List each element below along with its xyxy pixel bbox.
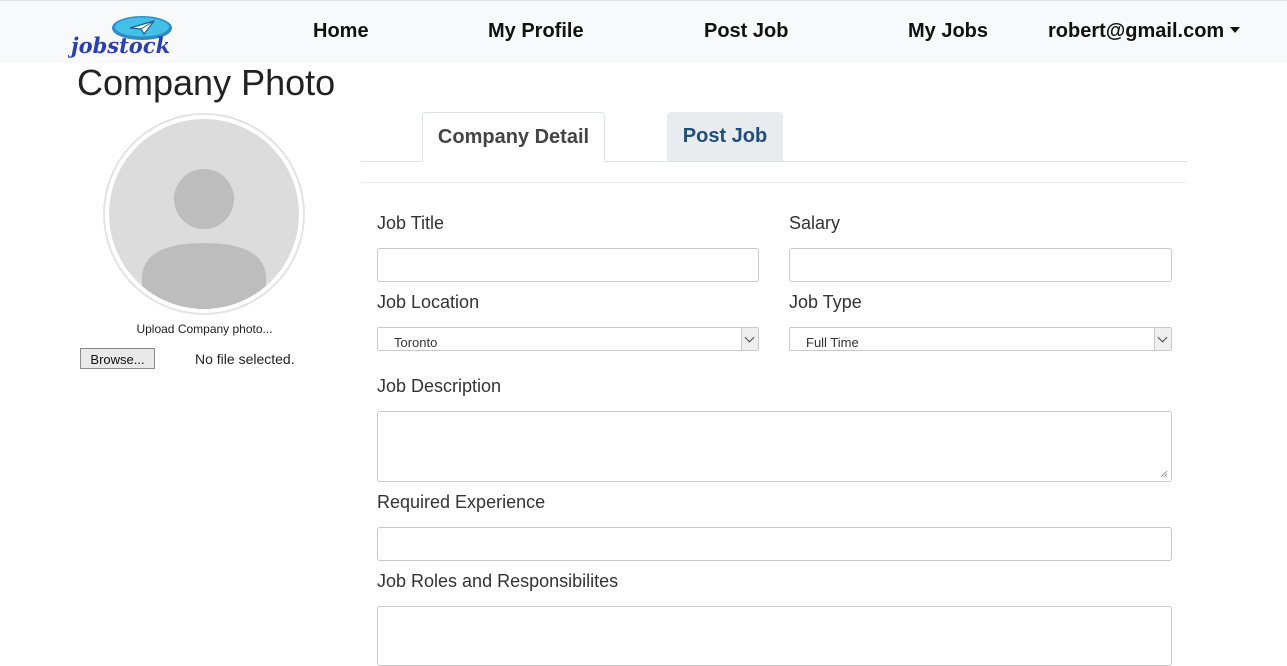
user-menu-dropdown[interactable]: robert@gmail.com (1048, 20, 1241, 43)
nav-post-job[interactable]: Post Job (704, 20, 788, 43)
form-top-divider (361, 182, 1187, 183)
job-location-value: Toronto (394, 335, 438, 350)
job-description-label: Job Description (377, 376, 502, 396)
user-email: robert@gmail.com (1048, 20, 1225, 42)
required-experience-input[interactable] (377, 527, 1172, 561)
job-type-label: Job Type (789, 292, 862, 312)
job-roles-textarea[interactable] (377, 606, 1172, 666)
top-navbar: jobstock Home My Profile Post Job My Job… (0, 0, 1287, 63)
svg-text:jobstock: jobstock (68, 33, 170, 58)
upload-photo-label: Upload Company photo... (136, 322, 273, 336)
job-roles-label: Job Roles and Responsibilites (377, 571, 619, 591)
nav-home[interactable]: Home (313, 20, 369, 43)
nav-my-jobs[interactable]: My Jobs (908, 20, 988, 43)
job-description-textarea[interactable] (377, 411, 1172, 482)
person-placeholder-icon (109, 119, 299, 309)
chevron-down-icon (741, 328, 758, 350)
jobstock-logo[interactable]: jobstock (67, 15, 208, 59)
nav-my-profile[interactable]: My Profile (488, 20, 584, 43)
caret-down-icon (1230, 27, 1241, 33)
salary-label: Salary (789, 213, 841, 233)
resize-grip-icon[interactable] (1160, 470, 1168, 478)
job-location-label: Job Location (377, 292, 480, 312)
chevron-down-icon (1154, 328, 1171, 350)
browse-button[interactable]: Browse... (80, 348, 155, 369)
required-experience-label: Required Experience (377, 492, 546, 512)
tab-post-job[interactable]: Post Job (667, 112, 783, 161)
file-status-text: No file selected. (195, 351, 295, 367)
company-avatar (103, 113, 305, 315)
job-type-select[interactable]: Full Time (789, 327, 1172, 351)
salary-input[interactable] (789, 248, 1172, 282)
job-location-select[interactable]: Toronto (377, 327, 759, 351)
job-type-value: Full Time (806, 335, 859, 350)
job-title-label: Job Title (377, 213, 445, 233)
tab-company-detail[interactable]: Company Detail (422, 112, 605, 162)
page-title: Company Photo (77, 62, 336, 103)
job-title-input[interactable] (377, 248, 759, 282)
